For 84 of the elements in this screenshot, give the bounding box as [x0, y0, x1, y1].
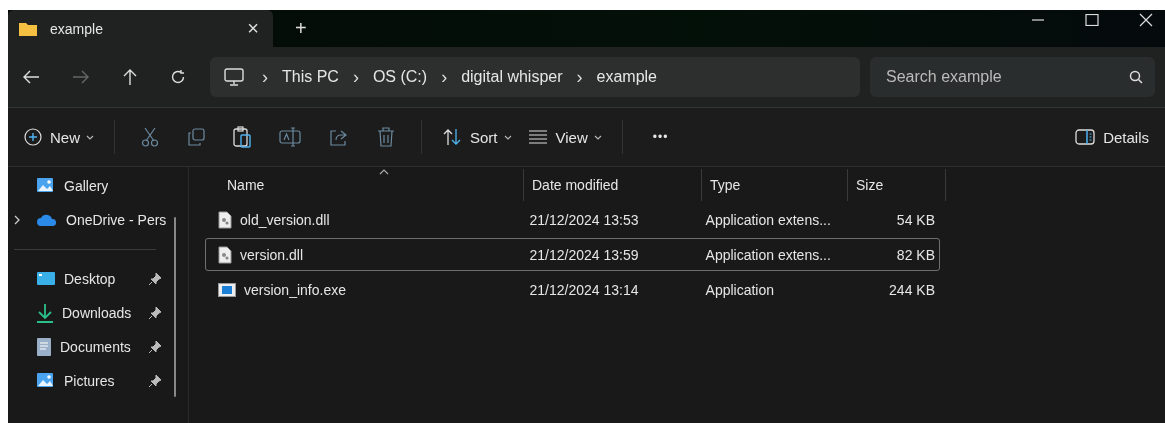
- up-arrow-icon[interactable]: [122, 68, 138, 86]
- clipboard-icon[interactable]: [233, 126, 251, 148]
- sidebar-item[interactable]: Downloads: [8, 296, 178, 330]
- breadcrumb[interactable]: example: [596, 68, 657, 86]
- list-icon: [527, 130, 548, 144]
- sidebar-item[interactable]: Gallery: [8, 169, 178, 203]
- breadcrumb-separator: ›: [441, 66, 448, 88]
- rename-icon[interactable]: [279, 127, 301, 147]
- sidebar-label: Downloads: [62, 305, 132, 321]
- cloud-icon: [36, 213, 58, 227]
- desktop-icon: [36, 271, 56, 287]
- column-header[interactable]: Type: [702, 169, 848, 201]
- column-header[interactable]: Name: [205, 169, 524, 201]
- sidebar-label: OneDrive - Pers: [66, 212, 167, 228]
- monitor-icon: [224, 68, 244, 86]
- search-field[interactable]: Search example: [870, 57, 1155, 97]
- sidebar-label: Desktop: [64, 271, 116, 287]
- breadcrumb-separator: ›: [352, 66, 359, 88]
- refresh-icon[interactable]: [170, 69, 186, 85]
- share-icon[interactable]: [329, 128, 349, 146]
- size-cell-text: 82 KB: [895, 246, 936, 263]
- sort-button[interactable]: Sort: [434, 122, 520, 152]
- breadcrumb-separator: ›: [576, 66, 583, 88]
- new-button[interactable]: New: [16, 122, 102, 152]
- type-cell-text: Application: [704, 281, 776, 298]
- gear-file-icon: [218, 245, 232, 264]
- date-cell-text: 21/12/2024 13:53: [528, 211, 640, 228]
- breadcrumb[interactable]: OS (C:): [372, 68, 428, 86]
- size-cell-text: 54 KB: [895, 211, 936, 228]
- sidebar-item[interactable]: OneDrive - Pers: [8, 203, 178, 237]
- more-options-button[interactable]: •••: [644, 124, 677, 150]
- gear-file-icon: [218, 210, 232, 229]
- type-cell-text: Application extens...: [704, 246, 832, 263]
- search-icon: [1129, 70, 1143, 84]
- close-icon[interactable]: [1139, 12, 1153, 27]
- scrollbar[interactable]: [174, 217, 176, 397]
- breadcrumb[interactable]: digital whisper: [461, 68, 563, 86]
- date-cell-text: 21/12/2024 13:59: [528, 246, 640, 263]
- forward-arrow-icon[interactable]: [72, 69, 90, 85]
- breadcrumb-separator: ›: [262, 66, 268, 88]
- sidebar-item[interactable]: Pictures: [8, 364, 178, 398]
- close-tab-button[interactable]: ×: [243, 17, 263, 40]
- address-bar[interactable]: › This PC › OS (C:) › digital whisper › example: [210, 57, 860, 97]
- caret-icon: [593, 134, 602, 140]
- sidebar-label: Documents: [60, 339, 131, 355]
- scissors-icon[interactable]: [141, 127, 159, 147]
- sidebar-label: Gallery: [64, 178, 109, 194]
- new-tab-button[interactable]: +: [289, 16, 313, 41]
- size-cell-text: 244 KB: [888, 281, 936, 298]
- file-name: version_info.exe: [244, 281, 346, 298]
- date-cell-text: 21/12/2024 13:14: [528, 281, 640, 298]
- file-row[interactable]: old_version.dll 21/12/2024 13:53 Application extens... 54 KB: [205, 203, 940, 236]
- type-cell-text: Application extens...: [704, 211, 832, 228]
- document-icon: [36, 337, 52, 357]
- file-name: old_version.dll: [240, 211, 330, 228]
- tab-title: example: [50, 20, 104, 37]
- caret-icon: [503, 134, 512, 140]
- sidebar-label: Pictures: [64, 373, 115, 389]
- breadcrumb[interactable]: This PC: [282, 68, 339, 86]
- trash-icon[interactable]: [377, 127, 395, 147]
- picture-icon: [36, 177, 56, 195]
- window-tab[interactable]: example ×: [8, 10, 273, 47]
- column-header[interactable]: Date modified: [524, 169, 702, 201]
- file-row[interactable]: version.dll 21/12/2024 13:59 Application extens... 82 KB: [205, 238, 940, 271]
- copy-icon[interactable]: [187, 128, 205, 146]
- application-icon: [218, 282, 236, 297]
- details-button[interactable]: Details: [1067, 122, 1157, 152]
- plus-circle-icon: [24, 128, 42, 146]
- column-header[interactable]: Size: [848, 169, 946, 201]
- sort-arrows-icon: [442, 128, 462, 146]
- details-pane-icon: [1075, 129, 1096, 145]
- sort-indicator-icon: [379, 169, 389, 175]
- file-name: version.dll: [240, 246, 304, 263]
- file-row[interactable]: version_info.exe 21/12/2024 13:14 Application 244 KB: [205, 273, 940, 306]
- caret-icon: [86, 134, 94, 140]
- folder-icon: [18, 20, 38, 37]
- sidebar-item[interactable]: Desktop: [8, 262, 178, 296]
- download-icon: [36, 303, 54, 323]
- picture-icon: [36, 372, 56, 390]
- sidebar-item[interactable]: Documents: [8, 330, 178, 364]
- back-arrow-icon[interactable]: [22, 69, 40, 85]
- chevron-icon[interactable]: [12, 215, 22, 225]
- view-button[interactable]: View: [519, 122, 610, 152]
- maximize-icon[interactable]: [1085, 13, 1099, 26]
